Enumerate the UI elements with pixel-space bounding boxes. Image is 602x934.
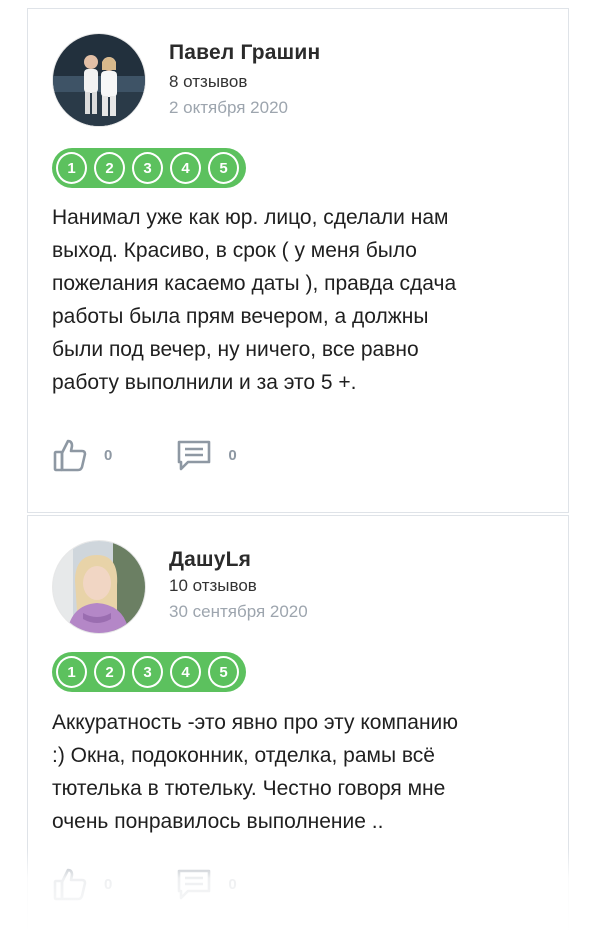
- thumbs-up-icon: [52, 866, 88, 902]
- like-count: 0: [104, 446, 113, 464]
- rating-step-2: 2: [94, 152, 125, 184]
- review-text: Нанимал уже как юр. лицо, сделали нам вы…: [52, 206, 457, 394]
- author-review-count: 8 отзывов: [169, 72, 248, 91]
- rating-step-4: 4: [170, 656, 201, 688]
- like-button[interactable]: 0: [52, 866, 112, 902]
- comment-icon: [176, 866, 212, 902]
- author-name[interactable]: Павел Грашин: [169, 41, 320, 65]
- review-date: 2 октября 2020: [169, 98, 288, 117]
- author-review-count: 10 отзывов: [169, 576, 257, 595]
- review-date: 30 сентября 2020: [169, 602, 308, 621]
- thumbs-up-icon: [52, 437, 88, 473]
- rating-step-1: 1: [56, 152, 87, 184]
- rating-step-1: 1: [56, 656, 87, 688]
- review-text: Аккуратность -это явно про эту компанию …: [52, 711, 459, 833]
- comment-icon: [176, 437, 212, 473]
- avatar[interactable]: [52, 540, 146, 634]
- rating-bar: 1 2 3 4 5: [52, 148, 246, 188]
- rating-step-5: 5: [208, 656, 239, 688]
- avatar[interactable]: [52, 33, 146, 127]
- rating-step-3: 3: [132, 656, 163, 688]
- comment-button[interactable]: 0: [176, 866, 237, 902]
- rating-bar: 1 2 3 4 5: [52, 652, 246, 692]
- author-name[interactable]: ДашуLя: [169, 548, 251, 572]
- comment-count: 0: [228, 446, 237, 464]
- review-card: Павел Грашин 8 отзывов 2 октября 2020 1 …: [27, 8, 569, 513]
- review-actions: 0 0: [52, 437, 301, 473]
- like-button[interactable]: 0: [52, 437, 112, 473]
- like-count: 0: [104, 875, 113, 893]
- reviews-page: Павел Грашин 8 отзывов 2 октября 2020 1 …: [0, 0, 602, 934]
- review-card: ДашуLя 10 отзывов 30 сентября 2020 1 2 3…: [27, 515, 569, 934]
- review-actions: 0 0: [52, 866, 301, 902]
- rating-step-4: 4: [170, 152, 201, 184]
- rating-step-5: 5: [208, 152, 239, 184]
- rating-step-2: 2: [94, 656, 125, 688]
- rating-step-3: 3: [132, 152, 163, 184]
- comment-count: 0: [228, 875, 237, 893]
- comment-button[interactable]: 0: [176, 437, 237, 473]
